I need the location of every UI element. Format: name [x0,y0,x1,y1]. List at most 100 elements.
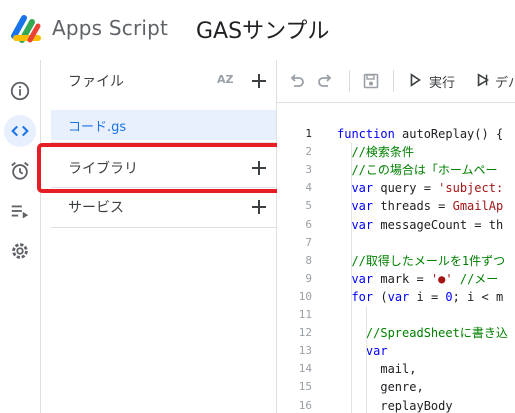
line-number: 14 [298,362,312,376]
code-token: 0 [445,289,453,304]
code-text: var query = 'subject: [337,179,503,197]
code-token: var [337,271,381,286]
file-item-code-gs[interactable]: コード.gs [51,110,276,140]
code-line[interactable]: 4 var query = 'subject: [277,179,515,197]
gear-icon [12,243,28,259]
code-text: //この場合は「ホームペー [337,161,498,179]
code-token: messageCount = th [380,217,504,232]
code-token: var [337,217,381,232]
code-token: //検索条件 [337,145,414,160]
executions-button[interactable] [4,195,36,227]
line-number: 6 [305,217,312,231]
play-icon [410,73,421,87]
code-line[interactable]: 14 mail, [277,360,515,378]
debug-button[interactable]: デバ [473,66,515,96]
code-text: var mark = '●' //メー [337,270,498,288]
line-number: 3 [305,163,312,177]
code-token: i = [416,289,446,304]
code-token: ; i < m [452,289,504,304]
undo-button[interactable] [287,71,307,91]
code-line[interactable]: 15 genre, [277,378,515,396]
code-text: mail, [337,360,416,378]
side-rail [0,60,41,413]
code-text: replayBody [337,397,452,413]
project-title[interactable]: GASサンプル [196,13,329,45]
code-line[interactable]: 9 var mark = '●' //メー [277,270,515,288]
line-number: 4 [305,181,312,195]
code-line[interactable]: 2 //検索条件 [277,143,515,161]
alarm-icon [11,162,29,180]
line-number: 2 [305,145,312,159]
code-line[interactable]: 13 var [277,342,515,360]
editor-toolbar: 実行 デバ [277,60,515,103]
code-token: //メー [452,271,499,286]
executions-icon [11,205,29,219]
undo-icon [290,74,304,87]
apps-script-logo-icon[interactable] [10,12,44,46]
code-token: threads = [380,199,453,214]
editor-button[interactable] [4,115,36,147]
code-token: var [387,289,417,304]
code-token: var [337,344,388,359]
code-editor[interactable]: 1 function autoReplay() {2 //検索条件 3 //この場合… [277,103,515,413]
code-line[interactable]: 5 var threads = GmailAp [277,197,515,215]
indent-guide [366,306,367,413]
code-text: for (var i = 0; i < m [337,288,503,306]
code-token: var [337,181,381,196]
code-text: //検索条件 [337,143,414,161]
toolbar-separator [393,70,394,92]
project-settings-button[interactable] [4,235,36,267]
code-token: mark = [380,271,431,286]
code-line[interactable]: 10 for (var i = 0; i < m [277,288,515,306]
code-icon [11,125,29,137]
overview-button[interactable] [4,75,36,107]
code-token: query = [380,181,439,196]
add-service-button[interactable] [247,195,271,219]
app-header: Apps Script GASサンプル [0,0,515,60]
triggers-button[interactable] [4,155,36,187]
files-panel: ファイル AZ コード.gs ライブラリ サービス [51,60,277,413]
code-text: var threads = GmailAp [337,197,503,215]
code-line[interactable]: 1 function autoReplay() { [277,125,515,143]
code-text: var messageCount = th [337,216,503,234]
services-label: サービス [68,200,124,216]
line-number: 1 [305,127,312,140]
code-line[interactable]: 3 //この場合は「ホームペー [277,161,515,179]
code-token: //取得したメールを1件ずつ [337,253,506,268]
add-file-button[interactable] [247,69,271,93]
code-text: function autoReplay() { [337,125,503,143]
code-line[interactable]: 12 //SpreadSheetに書き込 [277,324,515,342]
plus-icon [252,200,266,214]
code-line[interactable]: 7 [277,234,515,252]
code-token: 'subject: [438,181,504,196]
line-number: 7 [305,235,312,249]
sort-files-button[interactable]: AZ [214,70,238,92]
debug-icon [477,73,489,87]
code-token: //この場合は「ホームペー [337,163,498,178]
run-button[interactable]: 実行 [405,66,461,96]
code-line[interactable]: 6 var messageCount = th [277,216,515,234]
code-token: function [337,127,403,141]
run-label: 実行 [429,76,456,91]
code-token: autoReplay() { [402,127,504,141]
code-text: //SpreadSheetに書き込 [337,324,508,342]
redo-button[interactable] [315,71,335,91]
code-line[interactable]: 11 [277,306,515,324]
code-token: '●' [430,271,453,286]
code-token: genre, [337,380,424,395]
services-row: サービス [51,188,276,228]
code-token: mail, [337,362,417,377]
code-line[interactable]: 16 replayBody [277,397,515,413]
plus-icon [252,74,266,88]
code-line[interactable]: 8 //取得したメールを1件ずつ [277,252,515,270]
debug-label: デバ [495,76,515,91]
sort-az-icon: AZ [217,73,234,86]
redo-icon [318,74,332,87]
save-button[interactable] [361,71,381,91]
line-number: 12 [298,326,312,340]
toolbar-separator [349,70,350,92]
code-text: //取得したメールを1件ずつ [337,252,505,270]
code-text: var [337,342,388,360]
line-number: 11 [298,308,312,321]
code-token: var [337,199,381,214]
